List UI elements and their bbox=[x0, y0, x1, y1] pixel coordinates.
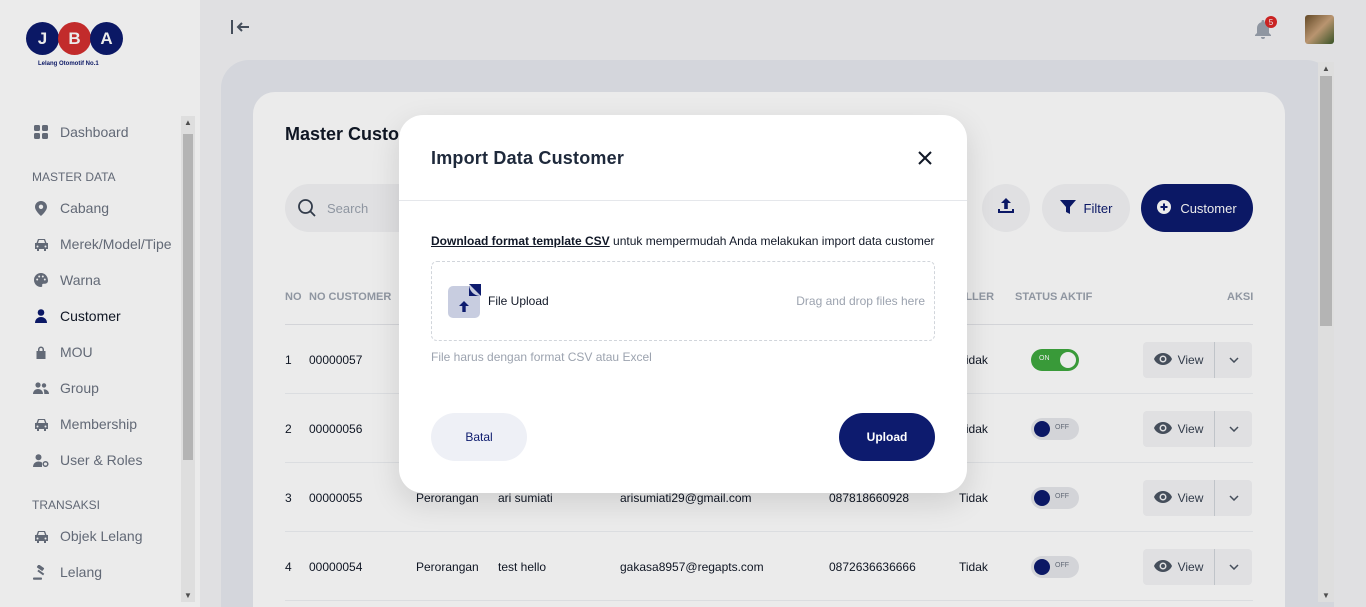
info-text: untuk mempermudah Anda melakukan import … bbox=[609, 234, 935, 248]
close-icon[interactable] bbox=[915, 148, 935, 168]
file-format-note: File harus dengan format CSV atau Excel bbox=[431, 350, 652, 364]
modal-title: Import Data Customer bbox=[431, 148, 625, 168]
download-template-link[interactable]: Download format template CSV bbox=[431, 234, 610, 248]
file-upload-icon bbox=[448, 284, 481, 318]
modal-divider bbox=[399, 200, 967, 201]
cancel-button[interactable]: Batal bbox=[431, 413, 527, 461]
file-upload-label: File Upload bbox=[488, 294, 549, 308]
file-dropzone[interactable]: File Upload Drag and drop files here bbox=[431, 261, 935, 341]
upload-button[interactable]: Upload bbox=[839, 413, 935, 461]
modal-info-text: Download format template CSV untuk mempe… bbox=[431, 234, 935, 248]
drop-hint: Drag and drop files here bbox=[796, 294, 925, 308]
import-customer-modal: Import Data Customer Download format tem… bbox=[399, 115, 967, 493]
